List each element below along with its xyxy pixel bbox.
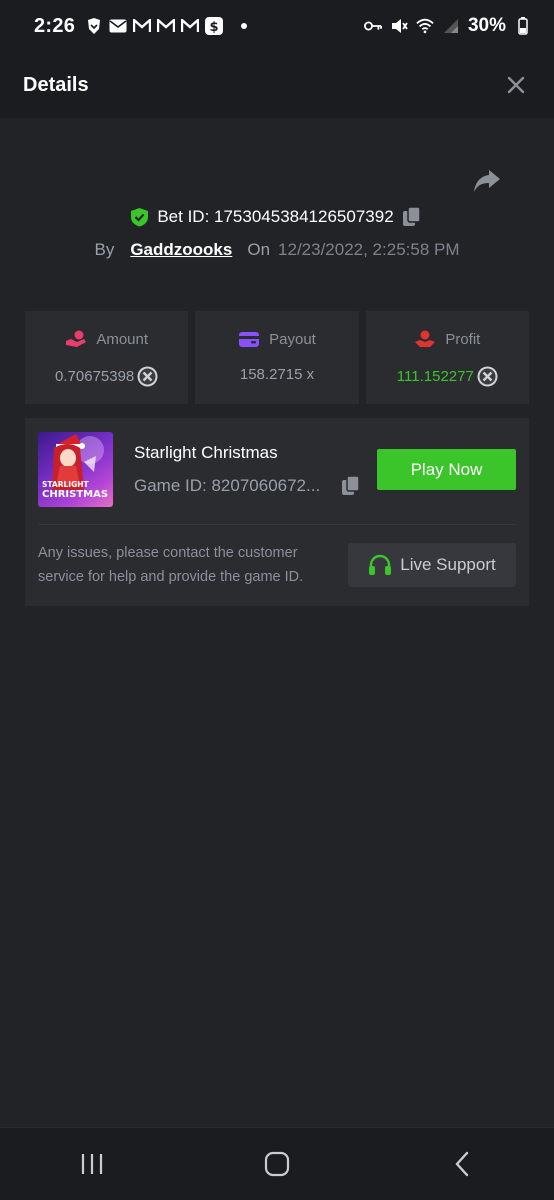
cash-app-icon: $ bbox=[205, 17, 224, 35]
by-label: By bbox=[94, 240, 115, 259]
home-icon bbox=[264, 1151, 290, 1177]
stat-label: Amount bbox=[96, 330, 149, 348]
on-label: On bbox=[247, 240, 271, 259]
coin-icon bbox=[477, 366, 498, 387]
back-button[interactable] bbox=[432, 1139, 492, 1189]
copy-game-id-button[interactable] bbox=[341, 475, 361, 502]
bet-date: 12/23/2022, 2:25:58 PM bbox=[278, 240, 460, 259]
battery-icon bbox=[514, 17, 532, 35]
gmail-icon bbox=[181, 17, 200, 35]
headset-icon bbox=[369, 554, 392, 575]
game-card: STARLIGHT CHRISTMAS Starlight Christmas … bbox=[25, 418, 529, 606]
stat-label: Profit bbox=[445, 330, 481, 348]
bet-meta-row: By Gaddzoooks On 12/23/2022, 2:25:58 PM bbox=[0, 240, 554, 260]
recent-apps-button[interactable] bbox=[62, 1139, 122, 1189]
play-now-button[interactable]: Play Now bbox=[377, 449, 516, 490]
stat-card-payout: Payout 158.2715 x bbox=[195, 311, 359, 404]
stat-card-profit: Profit 111.152277 bbox=[365, 311, 529, 404]
wifi-icon bbox=[416, 17, 434, 35]
details-header: Details bbox=[0, 52, 554, 118]
gmail-icon bbox=[133, 17, 152, 35]
stat-value: 0.70675398 bbox=[55, 368, 135, 385]
game-name: Starlight Christmas bbox=[134, 443, 278, 462]
stat-label: Payout bbox=[269, 330, 316, 348]
page-title: Details bbox=[23, 73, 89, 96]
gmail-icon bbox=[157, 17, 176, 35]
thumb-text-christmas: CHRISTMAS bbox=[42, 489, 109, 500]
copy-bet-id-button[interactable] bbox=[402, 206, 424, 228]
notification-icons: $ bbox=[85, 17, 248, 35]
signal-icon bbox=[442, 17, 460, 35]
battery-percent: 30% bbox=[467, 15, 506, 36]
stat-value: 111.152277 bbox=[396, 368, 474, 385]
verified-shield-icon bbox=[131, 208, 149, 227]
close-button[interactable] bbox=[501, 70, 531, 100]
coin-icon bbox=[137, 366, 158, 387]
bet-stats: Amount 0.70675398 Payout 158.2715 x Prof… bbox=[25, 311, 529, 404]
copy-icon bbox=[342, 475, 360, 495]
live-support-label: Live Support bbox=[400, 555, 496, 574]
brave-lion-icon bbox=[85, 17, 103, 35]
divider bbox=[38, 524, 516, 525]
wallet-card-icon bbox=[239, 332, 260, 347]
live-support-button[interactable]: Live Support bbox=[348, 543, 516, 587]
username-link[interactable]: Gaddzoooks bbox=[130, 240, 232, 260]
close-icon bbox=[507, 76, 525, 94]
support-message: Any issues, please contact the customer … bbox=[38, 545, 304, 585]
svg-text:$: $ bbox=[210, 20, 219, 35]
stat-value: 158.2715 x bbox=[239, 366, 315, 383]
game-id: Game ID: 8207060672... bbox=[134, 476, 321, 495]
mail-icon bbox=[109, 17, 127, 35]
share-button[interactable] bbox=[472, 168, 506, 198]
more-notifications-dot bbox=[241, 23, 248, 29]
vpn-key-icon bbox=[363, 17, 382, 35]
recent-apps-icon bbox=[82, 1154, 103, 1174]
thumb-text-starlight: STARLIGHT bbox=[42, 480, 89, 489]
bet-id: Bet ID: 1753045384126507392 bbox=[157, 207, 394, 226]
status-time: 2:26 bbox=[34, 14, 76, 37]
system-icons: 30% bbox=[363, 15, 532, 37]
system-nav-bar bbox=[0, 1127, 554, 1200]
money-hand-icon bbox=[66, 330, 87, 347]
status-bar: 2:26 $ 30% bbox=[0, 0, 554, 52]
copy-icon bbox=[402, 206, 421, 226]
profit-hand-icon bbox=[415, 330, 436, 347]
stat-card-amount: Amount 0.70675398 bbox=[25, 311, 189, 404]
share-icon bbox=[474, 170, 500, 192]
back-icon bbox=[455, 1151, 468, 1177]
game-thumbnail[interactable]: STARLIGHT CHRISTMAS bbox=[38, 432, 113, 507]
home-button[interactable] bbox=[247, 1139, 307, 1189]
mute-icon bbox=[390, 17, 408, 35]
bet-id-row: Bet ID: 1753045384126507392 bbox=[0, 206, 554, 228]
